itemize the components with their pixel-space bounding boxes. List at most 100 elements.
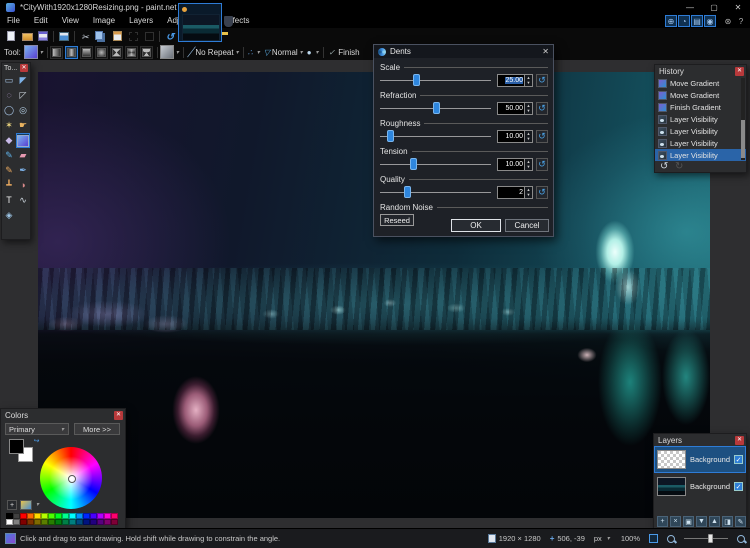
menu-view[interactable]: View — [55, 14, 86, 28]
scale-slider[interactable] — [380, 73, 491, 86]
open-button[interactable] — [19, 29, 35, 43]
palette-color[interactable] — [27, 519, 34, 525]
history-panel-toggle-icon[interactable]: ◔ — [678, 15, 690, 27]
chevron-down-icon[interactable] — [40, 49, 43, 56]
chevron-down-icon[interactable] — [36, 501, 39, 508]
menu-file[interactable]: File — [0, 14, 27, 28]
more-button[interactable]: More >> — [74, 423, 120, 435]
zoom-slider[interactable] — [684, 534, 728, 543]
tension-spinner[interactable] — [525, 157, 533, 171]
slider-thumb[interactable] — [432, 101, 440, 114]
history-item[interactable]: Move Gradient — [655, 89, 746, 101]
image-tab[interactable] — [178, 3, 222, 42]
fit-to-window-icon[interactable] — [649, 534, 658, 543]
gradient-type-linear-reflected-button[interactable] — [64, 45, 78, 59]
color-picker-tool[interactable]: ✒ — [16, 163, 30, 178]
layers-panel-toggle-icon[interactable]: ▤ — [691, 15, 703, 27]
history-item[interactable]: Layer Visibility — [655, 113, 746, 125]
palette-color[interactable] — [34, 519, 41, 525]
duplicate-layer-button[interactable]: ▣ — [683, 516, 694, 527]
antialiasing-icon[interactable] — [307, 48, 312, 57]
lasso-select-tool[interactable]: ◌ — [2, 88, 16, 103]
chevron-down-icon[interactable] — [176, 49, 179, 56]
tension-reset-button[interactable] — [536, 157, 548, 171]
menu-image[interactable]: Image — [86, 14, 122, 28]
cut-button[interactable] — [77, 29, 93, 43]
add-palette-color-button[interactable] — [7, 500, 17, 510]
copy-button[interactable] — [93, 29, 109, 43]
refraction-slider[interactable] — [380, 101, 491, 114]
quality-reset-button[interactable] — [536, 185, 548, 199]
layer-properties-button[interactable]: ✎ — [735, 516, 746, 527]
reseed-button[interactable]: Reseed — [380, 214, 414, 226]
scrollbar-thumb[interactable] — [741, 120, 745, 158]
pencil-tool[interactable]: ✎ — [2, 163, 16, 178]
zoom-slider-thumb[interactable] — [708, 534, 713, 543]
palette-color[interactable] — [62, 519, 69, 525]
color-wheel-selector[interactable] — [68, 475, 76, 483]
unit-dropdown[interactable]: px — [594, 534, 612, 543]
help-panel-toggle-icon[interactable]: ? — [735, 15, 747, 27]
chevron-down-icon[interactable] — [300, 49, 303, 56]
add-new-layer-button[interactable]: + — [657, 516, 668, 527]
quality-slider[interactable] — [380, 185, 491, 198]
roughness-spinner[interactable] — [525, 129, 533, 143]
ok-button[interactable]: OK — [451, 219, 501, 232]
refraction-value-box[interactable]: 50.00 — [497, 101, 525, 115]
chevron-down-icon[interactable] — [316, 49, 319, 56]
zoom-in-icon[interactable] — [737, 534, 745, 543]
history-item[interactable]: Finish Gradient — [655, 101, 746, 113]
palette-color[interactable] — [83, 519, 90, 525]
layer-row[interactable]: Background — [654, 473, 746, 500]
finish-button[interactable]: Finish — [338, 48, 359, 57]
tools-panel-toggle-icon[interactable]: ⊕ — [665, 15, 677, 27]
move-selection-tool[interactable]: ◸ — [16, 88, 30, 103]
colors-panel-toggle-icon[interactable]: ◉ — [704, 15, 716, 27]
chevron-down-icon[interactable] — [257, 49, 260, 56]
slider-thumb[interactable] — [410, 157, 418, 170]
palette-color[interactable] — [90, 519, 97, 525]
palette-color[interactable] — [48, 519, 55, 525]
save-button[interactable] — [35, 29, 51, 43]
chevron-down-icon[interactable] — [236, 49, 239, 56]
palette-color[interactable] — [104, 519, 111, 525]
tension-slider[interactable] — [380, 157, 491, 170]
line-curve-tool[interactable]: ∿ — [16, 193, 30, 208]
history-item[interactable]: Layer Visibility — [655, 125, 746, 137]
gradient-type-linear-button[interactable] — [49, 45, 63, 59]
history-item[interactable]: Move Gradient — [655, 77, 746, 89]
zoom-out-icon[interactable] — [667, 534, 675, 543]
minimize-button[interactable]: — — [678, 1, 702, 14]
history-scrollbar[interactable] — [741, 78, 745, 160]
pan-tool[interactable]: ☛ — [16, 118, 30, 133]
history-item[interactable]: Layer Visibility — [655, 137, 746, 149]
undo-icon[interactable] — [660, 161, 668, 172]
palette-color[interactable] — [69, 519, 76, 525]
palette-color[interactable] — [13, 519, 20, 525]
slider-thumb[interactable] — [386, 129, 394, 142]
primary-color-swatch[interactable] — [9, 439, 24, 454]
layer-visible-checkbox[interactable] — [734, 482, 743, 491]
move-selected-pixels-tool[interactable]: ◤ — [16, 73, 30, 88]
roughness-reset-button[interactable] — [536, 129, 548, 143]
interpolation-icon[interactable] — [248, 48, 253, 57]
ellipse-select-tool[interactable]: ◯ — [2, 103, 16, 118]
magic-wand-tool[interactable]: ✶ — [2, 118, 16, 133]
shapes-tool[interactable]: ◈ — [2, 208, 16, 223]
slider-thumb[interactable] — [412, 73, 420, 86]
settings-panel-toggle-icon[interactable]: ⊛ — [722, 15, 734, 27]
menu-layers[interactable]: Layers — [122, 14, 160, 28]
palette-color[interactable] — [55, 519, 62, 525]
zoom-tool[interactable]: ◎ — [16, 103, 30, 118]
roughness-value-box[interactable]: 10.00 — [497, 129, 525, 143]
layers-panel-close-button[interactable] — [735, 435, 744, 445]
palette-color[interactable] — [6, 519, 13, 525]
tools-panel-close-button[interactable] — [20, 64, 28, 72]
gradient-tool[interactable] — [16, 133, 30, 148]
paint-bucket-tool[interactable]: ◆ — [2, 133, 16, 148]
dialog-close-button[interactable] — [542, 47, 549, 56]
palette-color[interactable] — [97, 519, 104, 525]
palette-color[interactable] — [41, 519, 48, 525]
gradient-type-radial-button[interactable] — [94, 45, 108, 59]
move-layer-down-button[interactable]: ◨ — [722, 516, 733, 527]
